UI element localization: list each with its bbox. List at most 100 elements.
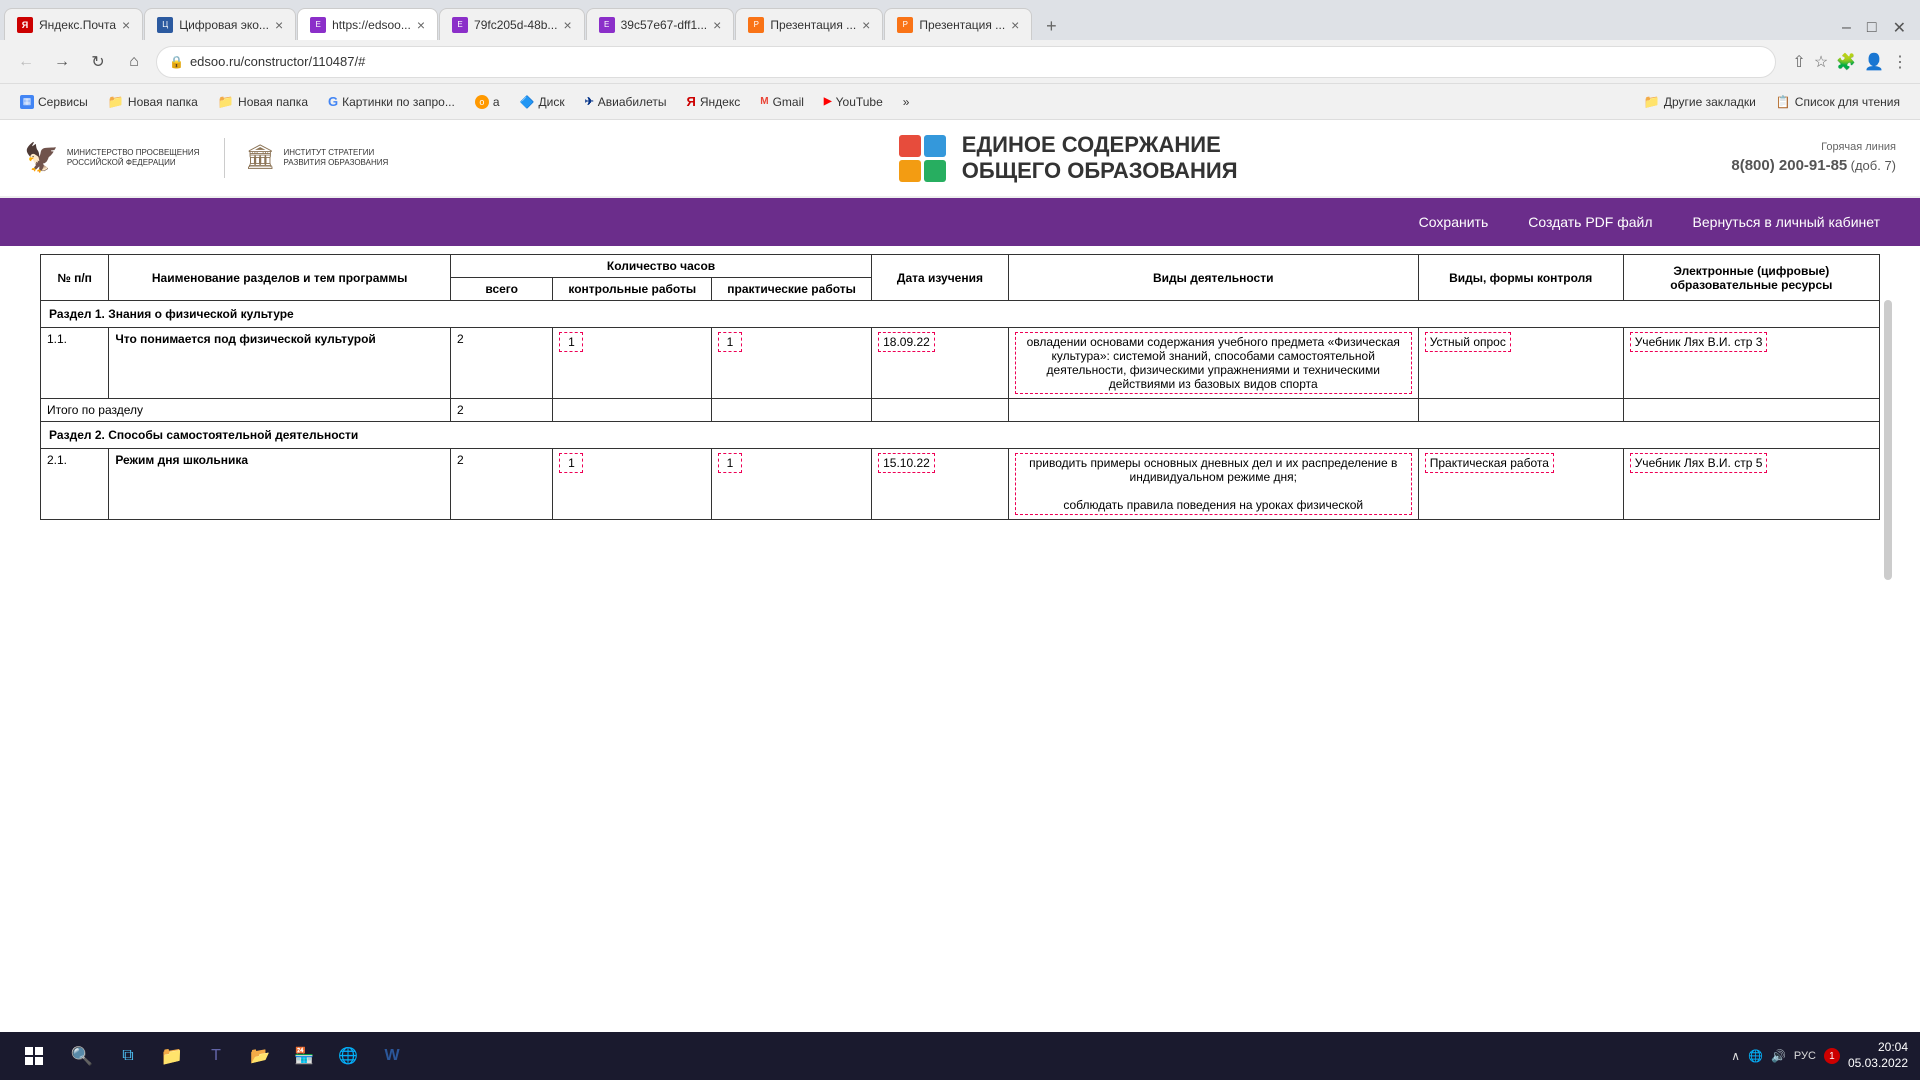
tab-79fc[interactable]: E 79fc205d-48b... × <box>439 8 585 40</box>
taskbar-clock[interactable]: 20:04 05.03.2022 <box>1848 1040 1908 1071</box>
save-button[interactable]: Сохранить <box>1419 214 1489 230</box>
url-icons: ⇧ ☆ 🧩 👤 ⋮ <box>1792 52 1908 72</box>
minimize-button[interactable]: – <box>1836 17 1857 39</box>
bookmark-services-label: Сервисы <box>38 95 88 109</box>
more-bookmarks-label: » <box>903 95 910 109</box>
scrollbar[interactable] <box>1884 300 1892 580</box>
editable-control-2-1[interactable]: 1 <box>559 453 583 473</box>
bookmark-ok[interactable]: о a <box>467 91 508 113</box>
maximize-button[interactable]: □ <box>1861 17 1883 39</box>
cell-num-2-1: 2.1. <box>41 449 109 520</box>
bookmark-drive[interactable]: 🔷 Диск <box>512 91 573 113</box>
tab-close-p1[interactable]: × <box>862 17 870 33</box>
cell-activity-2-1: приводить примеры основных дневных дел и… <box>1008 449 1418 520</box>
home-button[interactable]: ⌂ <box>120 48 148 76</box>
teams-icon: T <box>211 1047 221 1065</box>
pdf-button[interactable]: Создать PDF файл <box>1528 214 1652 230</box>
tab-favicon-eds: E <box>310 17 326 33</box>
section1-total-a <box>1008 399 1418 422</box>
taskbar-store[interactable]: 🏪 <box>284 1036 324 1076</box>
section1-title-cell: Раздел 1. Знания о физической культуре <box>41 301 1880 328</box>
bookmark-reading[interactable]: 📋 Список для чтения <box>1768 90 1908 114</box>
bookmark-gmail[interactable]: M Gmail <box>752 91 812 113</box>
section1-header-row: Раздел 1. Знания о физической культуре <box>41 301 1880 328</box>
bookmark-folder2-label: Новая папка <box>238 95 308 109</box>
taskbar-search[interactable]: 🔍 <box>60 1034 104 1078</box>
clock-date: 05.03.2022 <box>1848 1056 1908 1072</box>
bookmark-folder1-label: Новая папка <box>128 95 198 109</box>
chevron-up-icon[interactable]: ∧ <box>1731 1049 1740 1063</box>
bookmark-youtube-label: YouTube <box>836 95 883 109</box>
menu-icon[interactable]: ⋮ <box>1892 52 1908 72</box>
bookmark-avia[interactable]: ✈ Авиабилеты <box>577 91 675 113</box>
cabinet-button[interactable]: Вернуться в личный кабинет <box>1693 214 1880 230</box>
editable-practice-1-1[interactable]: 1 <box>718 332 742 352</box>
editable-activity-1-1[interactable]: овладении основами содержания учебного п… <box>1015 332 1412 394</box>
section1-title-prefix: Раздел 1. <box>49 307 105 321</box>
header-date: Дата изучения <box>872 255 1009 301</box>
section1-total-row: Итого по разделу 2 <box>41 399 1880 422</box>
tab-39c5[interactable]: E 39c57e67-dff1... × <box>586 8 735 40</box>
tab-close-eds[interactable]: × <box>417 17 425 33</box>
tab-edsoo[interactable]: E https://edsoo... × <box>297 8 438 40</box>
forward-button[interactable]: → <box>48 48 76 76</box>
cell-total-1-1: 2 <box>450 328 552 399</box>
editable-controltype-2-1[interactable]: Практическая работа <box>1425 453 1554 473</box>
back-button[interactable]: ← <box>12 48 40 76</box>
url-bar[interactable]: 🔒 edsoo.ru/constructor/110487/# <box>156 46 1776 78</box>
editable-practice-2-1[interactable]: 1 <box>718 453 742 473</box>
cell-num-1-1: 1.1. <box>41 328 109 399</box>
start-button[interactable] <box>12 1034 56 1078</box>
editable-activity-2-1[interactable]: приводить примеры основных дневных дел и… <box>1015 453 1412 515</box>
bookmark-more[interactable]: » <box>895 91 918 113</box>
tab-prezent2[interactable]: P Презентация ... × <box>884 8 1032 40</box>
tab-close-ym[interactable]: × <box>122 17 130 33</box>
editable-resources-1-1[interactable]: Учебник Лях В.И. стр 3 <box>1630 332 1768 352</box>
taskbar-chrome[interactable]: 🌐 <box>328 1036 368 1076</box>
clock-time: 20:04 <box>1848 1040 1908 1056</box>
building-icon: 🏛 <box>245 144 275 173</box>
bookmark-youtube[interactable]: ▶ YouTube <box>816 91 891 113</box>
tab-label-39c5: 39c57e67-dff1... <box>621 18 708 32</box>
taskbar-task-view[interactable]: ⧉ <box>108 1036 148 1076</box>
bookmark-google[interactable]: G Картинки по запро... <box>320 90 463 113</box>
header-activity: Виды деятельности <box>1008 255 1418 301</box>
network-icon: 🌐 <box>1748 1049 1763 1063</box>
taskbar-files[interactable]: 📂 <box>240 1036 280 1076</box>
bookmark-yandex[interactable]: Я Яндекс <box>679 90 749 113</box>
tab-close-p2[interactable]: × <box>1011 17 1019 33</box>
share-icon[interactable]: ⇧ <box>1792 52 1805 72</box>
cell-control-1-1: 1 <box>553 328 712 399</box>
notification-icon[interactable]: 1 <box>1824 1048 1840 1064</box>
header-hours-control: контрольные работы <box>553 278 712 301</box>
bookmark-folder2[interactable]: 📁 Новая папка <box>210 90 316 114</box>
bookmark-folder1[interactable]: 📁 Новая папка <box>100 90 206 114</box>
bookmark-star-icon[interactable]: ☆ <box>1814 52 1828 72</box>
editable-date-1-1[interactable]: 18.09.22 <box>878 332 935 352</box>
logo-cell-2 <box>924 135 946 157</box>
taskbar-right: ∧ 🌐 🔊 РУС 1 20:04 05.03.2022 <box>1731 1040 1908 1071</box>
tab-favicon-39c5: E <box>599 17 615 33</box>
new-tab-button[interactable]: + <box>1037 12 1065 40</box>
tab-close-79fc[interactable]: × <box>563 17 571 33</box>
tab-label-79fc: 79fc205d-48b... <box>474 18 557 32</box>
profile-icon[interactable]: 👤 <box>1864 52 1884 72</box>
tab-prezent1[interactable]: P Презентация ... × <box>735 8 883 40</box>
bookmark-services[interactable]: ▦ Сервисы <box>12 91 96 113</box>
taskbar-teams[interactable]: T <box>196 1036 236 1076</box>
taskbar-explorer[interactable]: 📁 <box>152 1036 192 1076</box>
editable-resources-2-1[interactable]: Учебник Лях В.И. стр 5 <box>1630 453 1768 473</box>
close-window-button[interactable]: ✕ <box>1887 16 1912 40</box>
tab-close-cif[interactable]: × <box>275 17 283 33</box>
taskbar-word[interactable]: W <box>372 1036 412 1076</box>
tab-yandex-mail[interactable]: Я Яндекс.Почта × <box>4 8 143 40</box>
editable-date-2-1[interactable]: 15.10.22 <box>878 453 935 473</box>
editable-control-1-1[interactable]: 1 <box>559 332 583 352</box>
tab-cifrovaya[interactable]: Ц Цифровая эко... × <box>144 8 296 40</box>
search-icon: 🔍 <box>71 1046 93 1067</box>
editable-controltype-1-1[interactable]: Устный опрос <box>1425 332 1511 352</box>
tab-close-39c5[interactable]: × <box>713 17 721 33</box>
bookmark-other[interactable]: 📁 Другие закладки <box>1636 90 1764 114</box>
extensions-icon[interactable]: 🧩 <box>1836 52 1856 72</box>
reload-button[interactable]: ↻ <box>84 48 112 76</box>
